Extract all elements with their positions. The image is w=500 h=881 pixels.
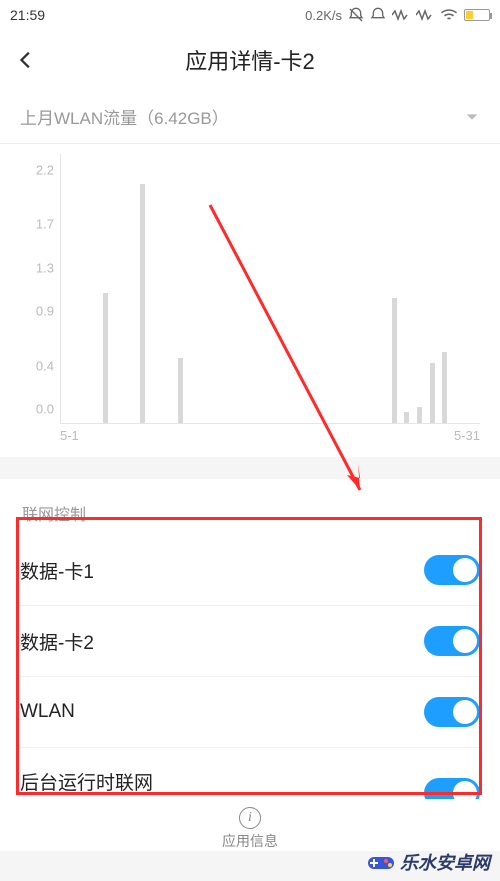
footer-app-info[interactable]: i 应用信息 — [0, 799, 500, 851]
y-tick: 0.0 — [36, 402, 54, 417]
y-tick: 2.2 — [36, 162, 54, 177]
watermark: 乐水安卓网 — [366, 849, 490, 875]
chart-plot — [60, 154, 480, 424]
toggle-row[interactable]: 数据-卡1 — [20, 535, 480, 606]
chart-bar — [103, 293, 108, 423]
wifi-icon — [440, 8, 458, 22]
vibrate-icon-2 — [416, 9, 434, 21]
chart-y-axis: 0.0 0.4 0.9 1.3 1.7 2.2 — [20, 154, 60, 424]
chart-bar — [404, 412, 409, 423]
x-end: 5-31 — [454, 428, 480, 443]
chart-bar — [392, 298, 397, 423]
battery-icon — [464, 9, 490, 21]
network-control-list: 数据-卡1数据-卡2WLAN后台运行时联网前台: 6.36GB 后台: 59.5… — [0, 535, 500, 838]
toggle-row[interactable]: 数据-卡2 — [20, 606, 480, 677]
chart-bar — [178, 358, 183, 423]
watermark-text: 乐水安卓网 — [400, 849, 490, 875]
dropdown-label: 上月WLAN流量（6.42GB） — [20, 104, 229, 129]
usage-chart: 0.0 0.4 0.9 1.3 1.7 2.2 5-1 5-31 — [0, 144, 500, 457]
mute-icon — [348, 7, 364, 23]
y-tick: 0.9 — [36, 304, 54, 319]
chart-bar — [417, 407, 422, 423]
y-tick: 1.7 — [36, 217, 54, 232]
data-period-dropdown[interactable]: 上月WLAN流量（6.42GB） — [0, 90, 500, 144]
chart-bar — [430, 363, 435, 423]
gamepad-icon — [366, 851, 396, 873]
toggle-label: WLAN — [20, 701, 424, 723]
toggle-switch[interactable] — [424, 626, 480, 656]
info-icon: i — [239, 807, 261, 829]
y-tick: 1.3 — [36, 260, 54, 275]
footer-label: 应用信息 — [0, 831, 500, 851]
toggle-label: 后台运行时联网 — [20, 768, 424, 795]
chart-x-axis: 5-1 5-31 — [20, 428, 480, 443]
status-time: 21:59 — [10, 7, 45, 23]
toggle-label: 数据-卡1 — [20, 557, 424, 584]
section-gap — [0, 457, 500, 479]
header: 应用详情-卡2 — [0, 30, 500, 90]
section-title-network: 联网控制 — [0, 479, 500, 535]
vibrate-icon — [392, 9, 410, 21]
chart-bar — [442, 352, 447, 423]
toggle-row[interactable]: WLAN — [20, 677, 480, 748]
status-bar: 21:59 0.2K/s — [0, 0, 500, 30]
x-start: 5-1 — [60, 428, 79, 443]
status-right: 0.2K/s — [305, 7, 490, 23]
net-speed: 0.2K/s — [305, 8, 342, 23]
toggle-switch[interactable] — [424, 697, 480, 727]
toggle-switch[interactable] — [424, 555, 480, 585]
back-icon[interactable] — [16, 49, 38, 71]
chevron-down-icon — [464, 109, 480, 125]
bell-icon — [370, 7, 386, 23]
toggle-label: 数据-卡2 — [20, 628, 424, 655]
y-tick: 0.4 — [36, 358, 54, 373]
chart-bar — [140, 184, 145, 423]
page-title: 应用详情-卡2 — [38, 44, 462, 76]
